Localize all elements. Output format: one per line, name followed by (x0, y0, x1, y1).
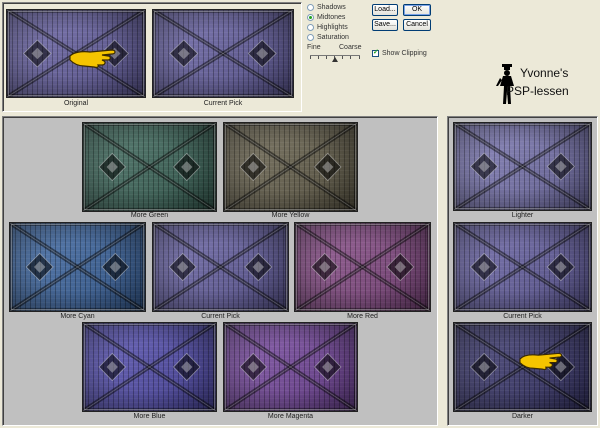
more-green-caption: More Green (130, 212, 169, 219)
load-button[interactable]: Load... (372, 4, 398, 16)
more-cyan-caption: More Cyan (60, 313, 95, 320)
shadows-option[interactable]: Shadows (307, 4, 346, 11)
variation-current-pick-caption: Current Pick (201, 313, 240, 320)
highlights-label: Highlights (317, 24, 348, 31)
save-button[interactable]: Save... (372, 19, 398, 31)
ok-button[interactable]: OK (403, 4, 431, 16)
show-clipping-checkbox[interactable] (372, 48, 379, 57)
original-caption: Original (63, 100, 89, 107)
saturation-option[interactable]: Saturation (307, 34, 349, 41)
slider-tick (310, 56, 311, 59)
show-clipping-option[interactable]: Show Clipping (372, 48, 427, 57)
more-yellow-caption: More Yellow (271, 212, 310, 219)
more-red-thumbnail[interactable] (294, 222, 431, 312)
saturation-radio[interactable] (307, 34, 314, 41)
variation-current-pick-thumbnail[interactable] (152, 222, 289, 312)
shadows-radio[interactable] (307, 4, 314, 11)
midtones-option[interactable]: Midtones (307, 14, 345, 21)
logo-line2: PSP-lessen (506, 84, 569, 98)
more-magenta-thumbnail[interactable] (223, 322, 358, 412)
logo-line1: Yvonne's (520, 66, 569, 80)
highlights-radio[interactable] (307, 24, 314, 31)
pointing-hand-icon (69, 49, 116, 68)
current-pick-thumbnail (152, 9, 294, 98)
slider-tick (350, 56, 351, 59)
midtones-label: Midtones (317, 14, 346, 21)
slider-tick (326, 56, 327, 59)
slider-tick (359, 56, 360, 59)
show-clipping-label: Show Clipping (382, 50, 427, 57)
more-cyan-thumbnail[interactable] (9, 222, 146, 312)
more-blue-thumbnail[interactable] (82, 322, 217, 412)
more-magenta-caption: More Magenta (267, 413, 314, 420)
lighter-caption: Lighter (511, 212, 534, 219)
fine-coarse-slider-thumb[interactable] (332, 57, 338, 62)
slider-tick (318, 56, 319, 59)
highlights-option[interactable]: Highlights (307, 24, 348, 31)
more-blue-caption: More Blue (133, 413, 166, 420)
current-pick-caption: Current Pick (203, 100, 243, 107)
more-yellow-thumbnail[interactable] (223, 122, 358, 212)
brightness-current-pick-thumbnail[interactable] (453, 222, 592, 312)
cancel-button[interactable]: Cancel (403, 19, 431, 31)
more-red-caption: More Red (347, 313, 378, 320)
fine-label: Fine (307, 44, 321, 51)
pointing-hand-icon (519, 352, 563, 370)
saturation-label: Saturation (317, 34, 349, 41)
lighter-thumbnail[interactable] (453, 122, 592, 211)
midtones-radio[interactable] (307, 14, 314, 21)
slider-tick (342, 56, 343, 59)
darker-caption: Darker (511, 413, 533, 420)
more-green-thumbnail[interactable] (82, 122, 217, 212)
shadows-label: Shadows (317, 4, 346, 11)
coarse-label: Coarse (339, 44, 362, 51)
brightness-current-pick-caption: Current Pick (503, 313, 542, 320)
